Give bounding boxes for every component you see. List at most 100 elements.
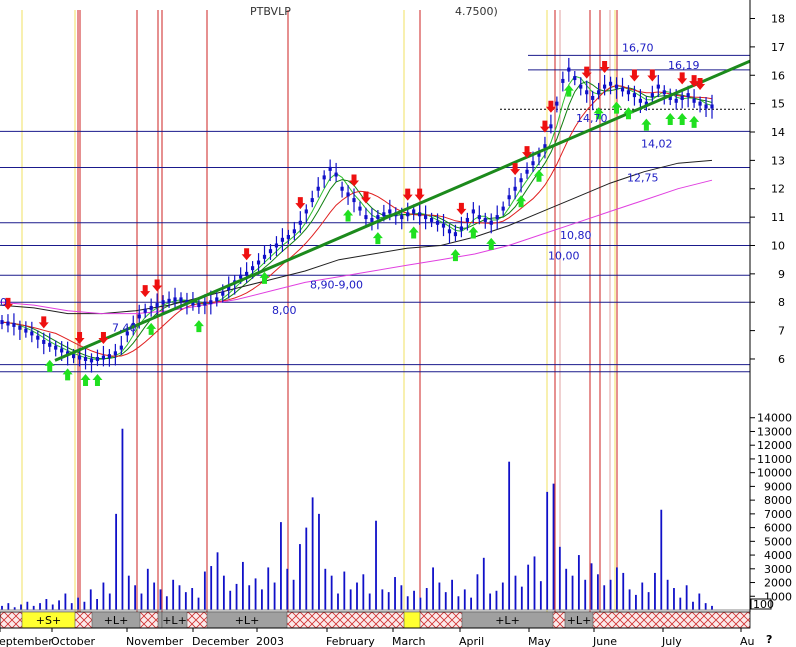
price-bar-body — [95, 356, 100, 361]
price-bar-body — [614, 84, 619, 89]
vol-tick-label: 8000 — [764, 494, 792, 507]
price-bar-body — [48, 342, 52, 347]
y-tick-label: 7 — [778, 325, 785, 338]
level-label: 8,90-9,00 — [310, 279, 363, 292]
volume-bar — [635, 594, 637, 610]
price-bar-body — [221, 291, 225, 296]
price-bar-body — [525, 169, 529, 174]
volume-bar — [584, 579, 587, 610]
volume-bar — [121, 428, 124, 610]
price-bar-body — [0, 320, 4, 325]
signal-band-strip: +S+ +L+ +L+ +L+ +L+ +L+ — [0, 611, 751, 629]
y-tick-label: 10 — [771, 239, 785, 252]
help-question-mark[interactable]: ? — [766, 633, 772, 646]
volume-bar — [203, 571, 206, 610]
month-label: 2003 — [256, 635, 284, 647]
volume-bar — [685, 585, 688, 610]
price-bar-body — [179, 297, 183, 302]
volume-bar — [451, 579, 453, 610]
price-bar-body — [507, 195, 511, 200]
month-label: March — [392, 635, 426, 647]
price-bar-body — [18, 325, 22, 330]
price-bar-body — [489, 220, 493, 225]
volume-bar — [292, 579, 295, 610]
price-bar-body — [107, 354, 111, 359]
volume-bar — [172, 579, 175, 610]
volume-bar — [20, 604, 22, 610]
price-bar-body — [215, 297, 219, 302]
volume-bar — [425, 588, 428, 610]
vol-tick-label: 13000 — [757, 425, 792, 438]
volume-bar — [666, 579, 669, 610]
price-bar-body — [310, 198, 314, 203]
price-bar-body — [322, 175, 326, 180]
price-bar-body — [197, 303, 201, 308]
volume-bar — [280, 522, 282, 610]
price-bar-body — [203, 301, 207, 306]
chart-title: PTBVLP — [250, 5, 291, 18]
volume-bar — [235, 583, 238, 610]
price-bar-body — [549, 124, 553, 129]
month-label: May — [528, 635, 551, 647]
volume-bar — [134, 585, 137, 610]
vol-tick-label: 10000 — [757, 467, 792, 480]
volume-bar — [457, 596, 460, 610]
volume-bar — [514, 575, 517, 610]
volume-bar — [45, 599, 48, 610]
price-bar-body — [256, 260, 261, 265]
price-bar-body — [143, 308, 147, 313]
signal-band-label: +L+ — [162, 614, 187, 627]
volume-bar — [261, 589, 263, 610]
price-bar-body — [239, 274, 243, 279]
price-bar-body — [424, 215, 428, 220]
volume-bar — [273, 582, 276, 610]
price-bar-body — [161, 300, 165, 305]
y-tick-label: 14 — [771, 126, 785, 139]
volume-bar — [210, 566, 213, 610]
volume-bar — [571, 575, 574, 610]
month-label: Au — [740, 635, 755, 647]
price-bar-body — [597, 90, 601, 95]
y-tick-label: 18 — [771, 13, 785, 26]
month-label: February — [326, 635, 375, 647]
level-label: 12,75 — [627, 171, 659, 184]
price-bar-body — [328, 166, 332, 171]
volume-bar — [628, 589, 631, 610]
vol-tick-label: 12000 — [757, 439, 792, 452]
volume-bar — [444, 592, 447, 610]
vol-tick-label: 4000 — [764, 549, 792, 562]
volume-bar — [305, 527, 308, 610]
volume-bar — [286, 568, 289, 610]
price-bar-body — [262, 254, 267, 259]
volume-bar — [77, 597, 79, 610]
signal-band-label: +L+ — [495, 614, 520, 627]
level-label: 10,00 — [548, 249, 580, 262]
volume-bar — [39, 603, 41, 610]
month-label: April — [459, 635, 484, 647]
volume-bar — [222, 575, 225, 610]
volume-bar — [641, 582, 644, 610]
price-bar-body — [24, 328, 28, 333]
price-bar-body — [632, 93, 637, 98]
price-bar-body — [137, 314, 141, 319]
volume-bar — [241, 561, 244, 610]
price-bar-body — [686, 93, 690, 98]
price-bar-body — [471, 209, 475, 214]
volume-bar — [476, 574, 479, 610]
volume-bar — [501, 582, 504, 610]
price-bar-body — [638, 98, 643, 103]
volume-bar — [51, 604, 54, 610]
price-bar-body — [441, 223, 446, 228]
price-bar-body — [209, 300, 213, 305]
vol-tick-label: 6000 — [764, 522, 792, 535]
price-bar-body — [83, 356, 88, 361]
level-label: 10,80 — [560, 229, 592, 242]
month-label: July — [661, 635, 682, 647]
volume-bar — [254, 578, 257, 610]
month-label: December — [192, 635, 250, 647]
volume-bar — [692, 601, 694, 610]
price-bar-body — [418, 212, 422, 217]
y-tick-label: 6 — [778, 353, 785, 366]
volume-bar — [546, 491, 549, 610]
volume-bar — [178, 585, 181, 610]
